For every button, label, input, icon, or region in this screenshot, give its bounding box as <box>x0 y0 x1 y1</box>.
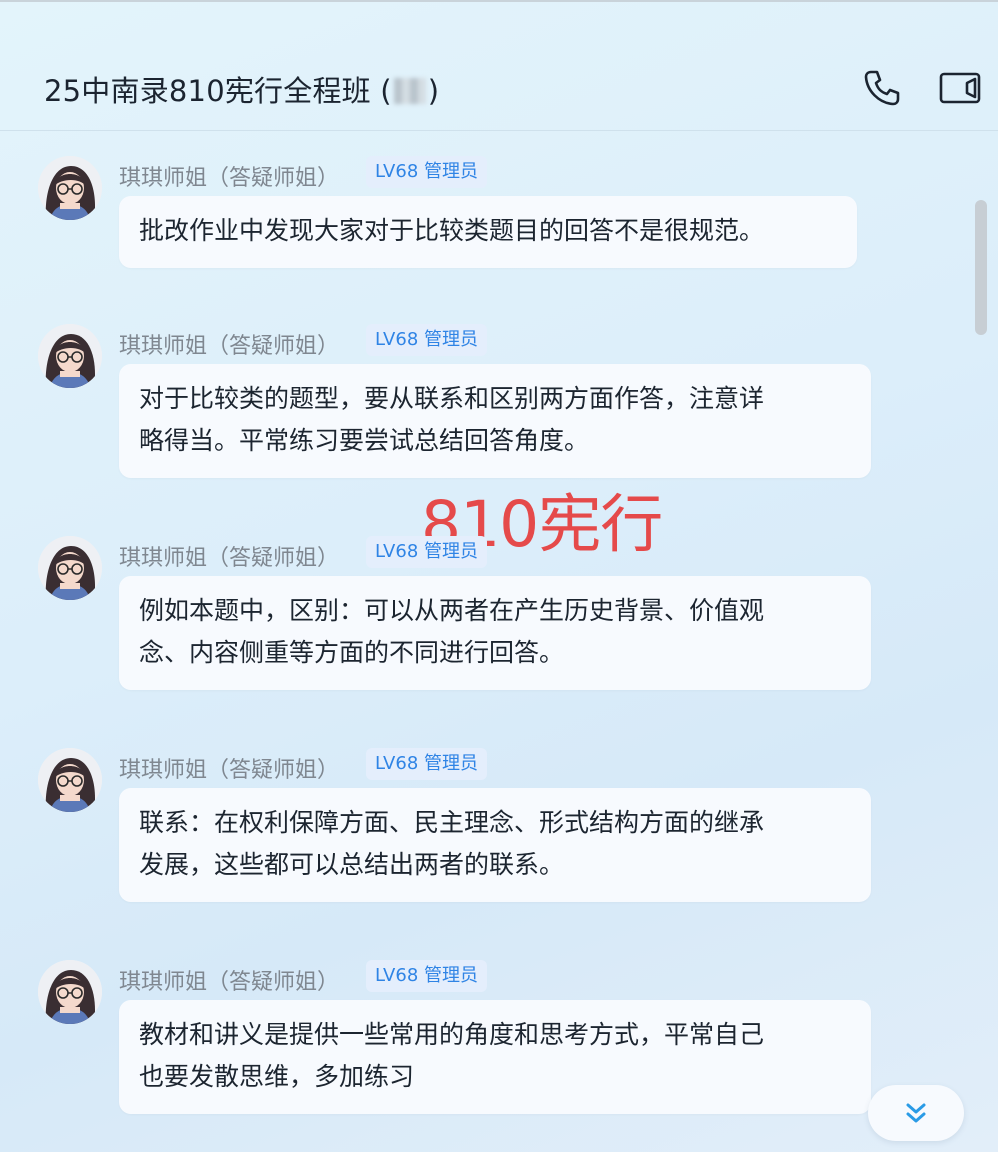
avatar[interactable] <box>38 156 102 220</box>
message-bubble[interactable]: 批改作业中发现大家对于比较类题目的回答不是很规范。 <box>119 196 857 268</box>
video-camera-icon <box>939 72 981 104</box>
message-bubble[interactable]: 联系：在权利保障方面、民主理念、形式结构方面的继承 发展，这些都可以总结出两者的… <box>119 788 871 902</box>
message-bubble[interactable]: 例如本题中，区别：可以从两者在产生历史背景、价值观 念、内容侧重等方面的不同进行… <box>119 576 871 690</box>
level-badge: LV68 管理员 <box>366 156 487 188</box>
avatar-image <box>38 536 102 600</box>
sender-name[interactable]: 琪琪师姐（答疑师姐） <box>119 328 339 360</box>
avatar-image <box>38 748 102 812</box>
avatar[interactable] <box>38 536 102 600</box>
chat-title: 25中南录810宪行全程班 () <box>44 68 439 110</box>
sender-name[interactable]: 琪琪师姐（答疑师姐） <box>119 540 339 572</box>
message-line: 联系：在权利保障方面、民主理念、形式结构方面的继承 <box>139 808 765 837</box>
message-line: 教材和讲义是提供一些常用的角度和思考方式，平常自己 <box>139 1020 765 1049</box>
sender-name[interactable]: 琪琪师姐（答疑师姐） <box>119 160 339 192</box>
sender-name[interactable]: 琪琪师姐（答疑师姐） <box>119 752 339 784</box>
message-bubble[interactable]: 教材和讲义是提供一些常用的角度和思考方式，平常自己 也要发散思维，多加练习 <box>119 1000 871 1114</box>
message-line: 念、内容侧重等方面的不同进行回答。 <box>139 638 565 667</box>
message-line: 发展，这些都可以总结出两者的联系。 <box>139 850 565 879</box>
avatar[interactable] <box>38 960 102 1024</box>
chat-title-suffix: ) <box>427 74 440 108</box>
level-badge: LV68 管理员 <box>366 960 487 992</box>
phone-icon <box>864 70 900 106</box>
avatar-image <box>38 960 102 1024</box>
level-badge: LV68 管理员 <box>366 748 487 780</box>
message-line: 例如本题中，区别：可以从两者在产生历史背景、价值观 <box>139 596 765 625</box>
scroll-to-bottom-button[interactable] <box>868 1085 964 1141</box>
message-line: 对于比较类的题型，要从联系和区别两方面作答，注意详 <box>139 384 765 413</box>
level-badge: LV68 管理员 <box>366 324 487 356</box>
redacted-name <box>393 78 426 104</box>
chat-header: 25中南录810宪行全程班 () <box>0 2 998 131</box>
sender-name[interactable]: 琪琪师姐（答疑师姐） <box>119 964 339 996</box>
message-line: 批改作业中发现大家对于比较类题目的回答不是很规范。 <box>139 216 765 245</box>
chat-scrollbar[interactable] <box>975 200 987 335</box>
message-line: 也要发散思维，多加练习 <box>139 1062 415 1091</box>
message-line: 略得当。平常练习要尝试总结回答角度。 <box>139 426 590 455</box>
voice-call-button[interactable] <box>860 66 904 110</box>
video-call-button[interactable] <box>938 66 982 110</box>
avatar[interactable] <box>38 748 102 812</box>
double-chevron-down-icon <box>906 1103 926 1123</box>
avatar[interactable] <box>38 324 102 388</box>
level-badge: LV68 管理员 <box>366 536 487 568</box>
avatar-image <box>38 324 102 388</box>
avatar-image <box>38 156 102 220</box>
chat-title-text: 25中南录810宪行全程班 ( <box>44 74 392 108</box>
message-bubble[interactable]: 对于比较类的题型，要从联系和区别两方面作答，注意详 略得当。平常练习要尝试总结回… <box>119 364 871 478</box>
